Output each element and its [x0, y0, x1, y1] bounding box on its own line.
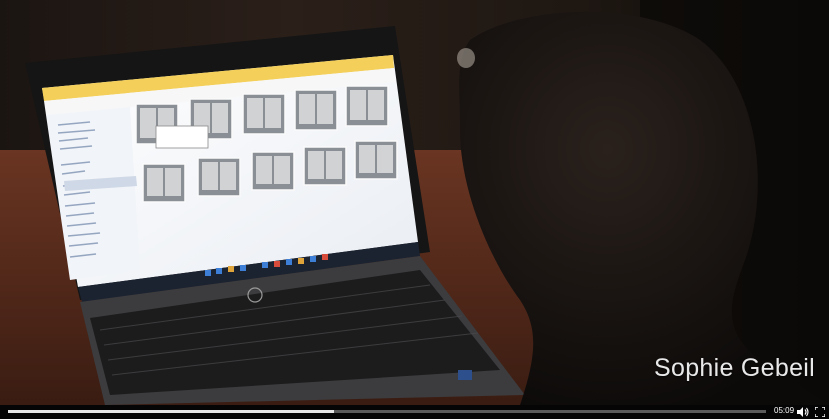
video-frame — [0, 0, 829, 405]
fullscreen-icon[interactable] — [815, 407, 825, 417]
progress-fill — [8, 410, 334, 413]
video-player[interactable]: Sophie Gebeil 05:09 — [0, 0, 829, 419]
time-display: 05:09 — [774, 406, 795, 415]
volume-icon[interactable] — [797, 407, 809, 417]
video-controls: 05:09 — [0, 405, 829, 419]
speaker-caption: Sophie Gebeil — [654, 354, 815, 382]
progress-bar[interactable] — [8, 410, 766, 413]
